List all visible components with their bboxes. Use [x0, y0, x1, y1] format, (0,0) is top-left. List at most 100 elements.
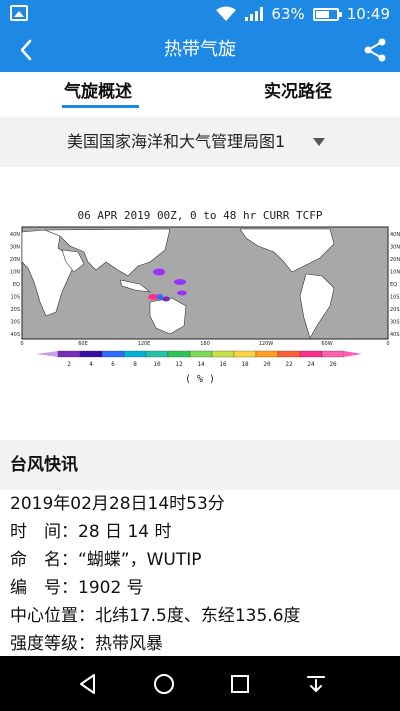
news-line: 强度等级：热带风暴	[0, 630, 400, 658]
lon-label: 120E	[138, 341, 151, 347]
colorbar-segment	[211, 350, 235, 358]
lat-label-right: 20S	[390, 307, 400, 313]
colorbar-segment	[189, 350, 213, 358]
lat-label: 30N	[10, 245, 20, 251]
colorbar-unit: ( % )	[184, 374, 216, 385]
lon-label: 0	[386, 341, 389, 347]
news-line-label: 中心位置：	[10, 606, 95, 626]
news-body: 2019年02月28日14时53分 时 间：28 日 14 时 命 名：“蝴蝶”…	[0, 490, 400, 658]
battery-icon	[312, 7, 342, 21]
lat-label-right: 20N	[390, 257, 400, 263]
probability-blob	[177, 290, 187, 296]
colorbar-segment	[101, 350, 125, 358]
colorbar-label: 10	[153, 361, 161, 368]
lat-label-right: 10S	[390, 295, 400, 301]
news-line-value: 热带风暴	[95, 634, 163, 654]
colorbar-label: 26	[329, 361, 337, 368]
tab-live-track[interactable]: 实况路径	[264, 72, 332, 117]
share-icon[interactable]	[362, 37, 388, 63]
lat-label: 20S	[10, 307, 20, 313]
dropdown-arrow-icon	[313, 138, 325, 146]
nav-home-icon[interactable]	[152, 672, 176, 696]
news-line-label: 编 号：	[10, 578, 78, 598]
news-line-label: 强度等级：	[10, 634, 95, 654]
news-line-value: “蝴蝶”，WUTIP	[78, 550, 202, 570]
colorbar-segment	[233, 350, 257, 358]
colorbar-label: 24	[307, 361, 315, 368]
news-line: 命 名：“蝴蝶”，WUTIP	[0, 546, 400, 574]
source-selector[interactable]: 美国国家海洋和大气管理局图1	[0, 117, 400, 167]
colorbar-label: 2	[67, 361, 71, 368]
lat-label: 40N	[10, 232, 20, 238]
lat-label-right: 10N	[390, 270, 400, 276]
tab-overview[interactable]: 气旋概述	[64, 72, 132, 117]
colorbar-segment	[167, 350, 191, 358]
news-line: 编 号：1902 号	[0, 574, 400, 602]
lat-label-right: 40S	[390, 332, 400, 338]
source-selector-value: 美国国家海洋和大气管理局图1	[67, 132, 286, 151]
lat-label-right: EQ	[390, 282, 397, 288]
system-nav-bar	[0, 656, 400, 711]
news-line-label: 时 间：	[10, 522, 78, 542]
colorbar-segment	[299, 350, 323, 358]
news-line: 中心位置：北纬17.5度、东经135.6度	[0, 602, 400, 630]
lat-label: 10S	[10, 295, 20, 301]
probability-blob	[153, 268, 165, 276]
battery-percent: 63%	[271, 5, 305, 23]
colorbar-segment	[145, 350, 169, 358]
lon-label: 120W	[259, 341, 274, 347]
colorbar-label: 12	[175, 361, 183, 368]
tab-indicator	[62, 105, 139, 108]
cyclone-probability-map: 40N 30N 20N 10N EQ 10S 20S 30S 40S 40N 30N 20N 10N E…	[10, 226, 400, 368]
page-title: 热带气旋	[164, 39, 236, 60]
colorbar: 2 4 6 8 10 12 14 16 18 20 22 24 26	[36, 350, 362, 368]
colorbar-label: 8	[133, 361, 137, 368]
lat-label: 40S	[10, 332, 20, 338]
lat-label: 10N	[10, 270, 20, 276]
news-header: 台风快讯	[0, 440, 400, 490]
colorbar-segment	[255, 350, 279, 358]
image-notification-icon	[10, 5, 28, 21]
colorbar-segment	[321, 350, 345, 358]
title-bar: 热带气旋	[0, 28, 400, 72]
colorbar-label: 14	[197, 361, 205, 368]
wifi-icon	[216, 6, 237, 21]
colorbar-label: 6	[111, 361, 115, 368]
probability-blob	[174, 279, 186, 285]
clock: 10:49	[346, 5, 390, 23]
news-datetime: 2019年02月28日14时53分	[10, 494, 225, 514]
lon-labels: 0 60E 120E 180 120W 60W 0	[20, 341, 389, 347]
lat-labels-right: 40N 30N 20N 10N EQ 10S 20S 30S 40S	[390, 232, 400, 338]
colorbar-label: 4	[89, 361, 93, 368]
lat-label: 20N	[10, 257, 20, 263]
lon-label: 180	[200, 341, 210, 347]
colorbar-segment	[79, 350, 103, 358]
probability-blob	[162, 296, 170, 302]
colorbar-segment	[123, 350, 147, 358]
news-title: 台风快讯	[10, 455, 78, 475]
nav-recent-icon[interactable]	[228, 672, 252, 696]
lat-label: EQ	[13, 282, 20, 288]
lat-label: 30S	[10, 320, 20, 326]
colorbar-label: 20	[263, 361, 271, 368]
tab-bar: 气旋概述 实况路径	[0, 72, 400, 117]
nav-download-icon[interactable]	[304, 672, 328, 696]
news-line-value: 北纬17.5度、东经135.6度	[95, 606, 301, 626]
nav-back-icon[interactable]	[76, 672, 100, 696]
lat-labels-left: 40N 30N 20N 10N EQ 10S 20S 30S 40S	[10, 232, 20, 338]
colorbar-segment	[57, 350, 81, 358]
colorbar-label: 16	[219, 361, 227, 368]
lon-label: 0	[20, 341, 23, 347]
status-right: 63% 10:49	[215, 0, 390, 28]
lon-label: 60E	[78, 341, 88, 347]
news-line-value: 28 日 14 时	[78, 522, 172, 542]
lat-label-right: 40N	[390, 232, 400, 238]
news-line: 时 间：28 日 14 时	[0, 518, 400, 546]
signal-icon	[245, 7, 264, 21]
colorbar-segment	[277, 350, 301, 358]
lat-label-right: 30S	[390, 320, 400, 326]
status-bar: 63% 10:49	[0, 0, 400, 28]
colorbar-label: 22	[285, 361, 293, 368]
colorbar-label: 18	[241, 361, 249, 368]
lon-label: 60W	[321, 341, 332, 347]
